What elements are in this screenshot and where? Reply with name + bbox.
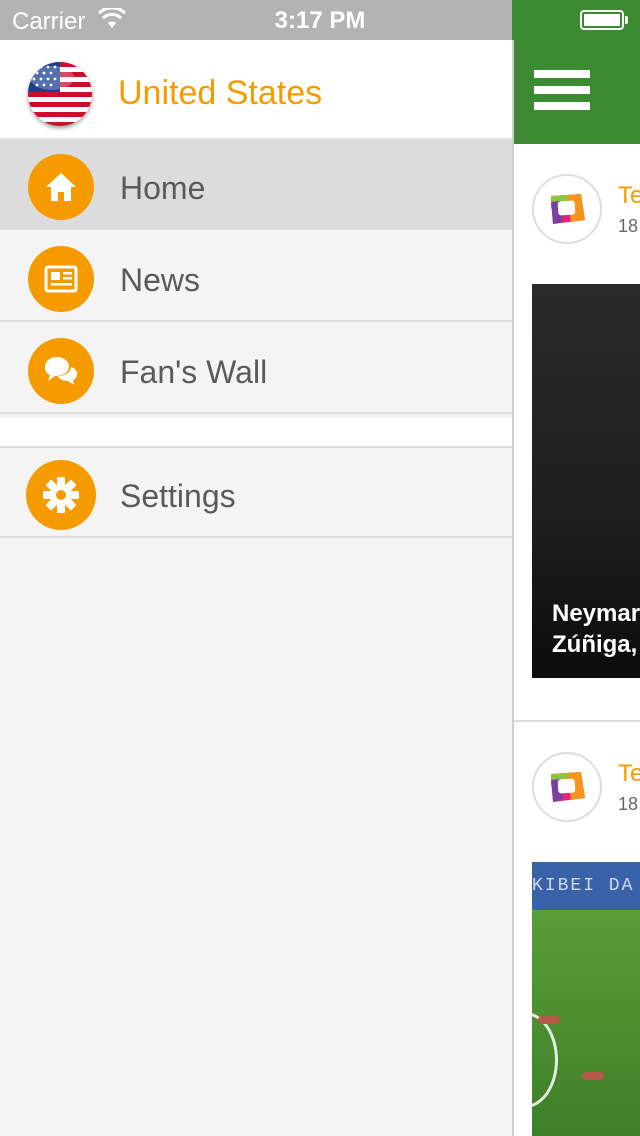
source-logo-icon [532, 752, 602, 822]
chat-bubbles-icon [28, 338, 94, 404]
main-content: Te 18 Neymar Zúñiga, Te 18 KIBEI DA [514, 40, 640, 1136]
menu-item-home[interactable]: Home [0, 140, 512, 230]
menu-item-news[interactable]: News [0, 232, 512, 322]
battery-icon [580, 10, 624, 30]
newspaper-icon [28, 246, 94, 312]
news-caption: Neymar Zúñiga, [552, 598, 640, 660]
card-separator [514, 720, 640, 722]
banner-text: KIBEI DA [532, 876, 635, 896]
source-logo-icon [532, 174, 602, 244]
news-image[interactable]: KIBEI DA [532, 862, 640, 1136]
menu-item-fans-wall[interactable]: Fan's Wall [0, 324, 512, 414]
caption-line: Zúñiga, [552, 631, 638, 658]
stadium-banner: KIBEI DA [532, 862, 640, 910]
player-figure [538, 1016, 560, 1024]
country-name: United States [118, 74, 323, 112]
post-date: 18 [618, 216, 639, 236]
source-name: Te [618, 182, 640, 209]
home-icon [28, 154, 94, 220]
navigation-bar [514, 40, 640, 144]
news-image[interactable]: Neymar Zúñiga, [532, 284, 640, 678]
gear-icon [26, 460, 96, 530]
player-figure [582, 1072, 604, 1080]
menu-section-gap [0, 418, 512, 448]
status-bar: Carrier 3:17 PM [0, 0, 640, 40]
hamburger-menu-icon[interactable] [534, 70, 590, 112]
menu-item-label: Settings [120, 478, 236, 514]
menu-item-label: Fan's Wall [120, 354, 268, 390]
battery-tip [625, 16, 628, 24]
source-name: Te [618, 760, 640, 787]
news-card-header[interactable]: Te 18 [514, 174, 640, 264]
caption-line: Neymar [552, 600, 640, 627]
news-card-header[interactable]: Te 18 [514, 752, 640, 842]
menu-item-label: Home [120, 170, 206, 206]
side-drawer: United States Home News Fan's Wall Setti… [0, 40, 512, 1136]
clock: 3:17 PM [274, 7, 366, 34]
us-flag-icon [28, 62, 92, 126]
drawer-header[interactable]: United States [0, 40, 512, 140]
menu-item-settings[interactable]: Settings [0, 448, 512, 538]
post-date: 18 [618, 794, 639, 814]
menu-item-label: News [120, 262, 201, 298]
